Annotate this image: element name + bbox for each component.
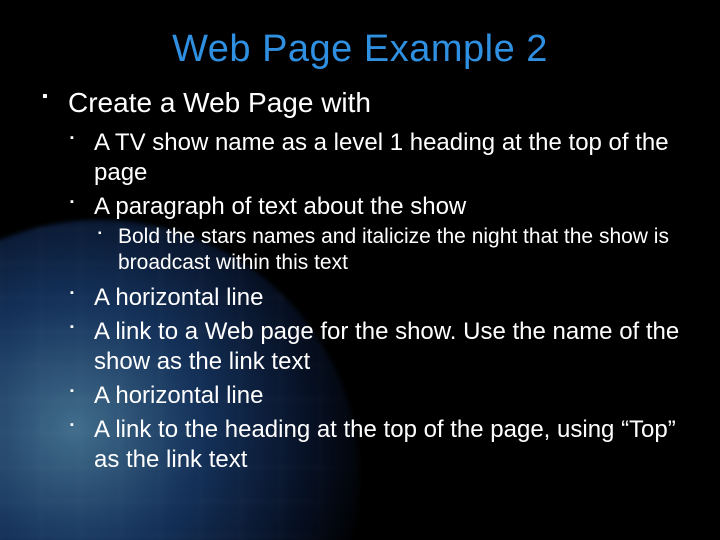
list-item: A link to a Web page for the show. Use t… <box>68 317 680 377</box>
list-item: Bold the stars names and italicize the n… <box>94 224 680 277</box>
bullet-list-level-1: Create a Web Page with A TV show name as… <box>40 85 680 475</box>
list-item-text: A link to a Web page for the show. Use t… <box>94 318 679 375</box>
list-item: A horizontal line <box>68 283 680 313</box>
list-item: A horizontal line <box>68 381 680 411</box>
list-item-text: A link to the heading at the top of the … <box>94 416 676 473</box>
slide-title: Web Page Example 2 <box>40 28 680 71</box>
list-item-text: A horizontal line <box>94 284 263 311</box>
list-item-text: Create a Web Page with <box>68 87 371 118</box>
list-item-text: A paragraph of text about the show <box>94 193 466 220</box>
bullet-list-level-3: Bold the stars names and italicize the n… <box>94 224 680 277</box>
list-item-text: A horizontal line <box>94 382 263 409</box>
list-item: A TV show name as a level 1 heading at t… <box>68 128 680 188</box>
list-item-text: Bold the stars names and italicize the n… <box>118 225 669 274</box>
slide: Web Page Example 2 Create a Web Page wit… <box>0 0 720 540</box>
list-item: Create a Web Page with A TV show name as… <box>40 85 680 475</box>
list-item-text: A TV show name as a level 1 heading at t… <box>94 129 669 186</box>
bullet-list-level-2: A TV show name as a level 1 heading at t… <box>68 128 680 475</box>
list-item: A link to the heading at the top of the … <box>68 415 680 475</box>
list-item: A paragraph of text about the show Bold … <box>68 192 680 277</box>
